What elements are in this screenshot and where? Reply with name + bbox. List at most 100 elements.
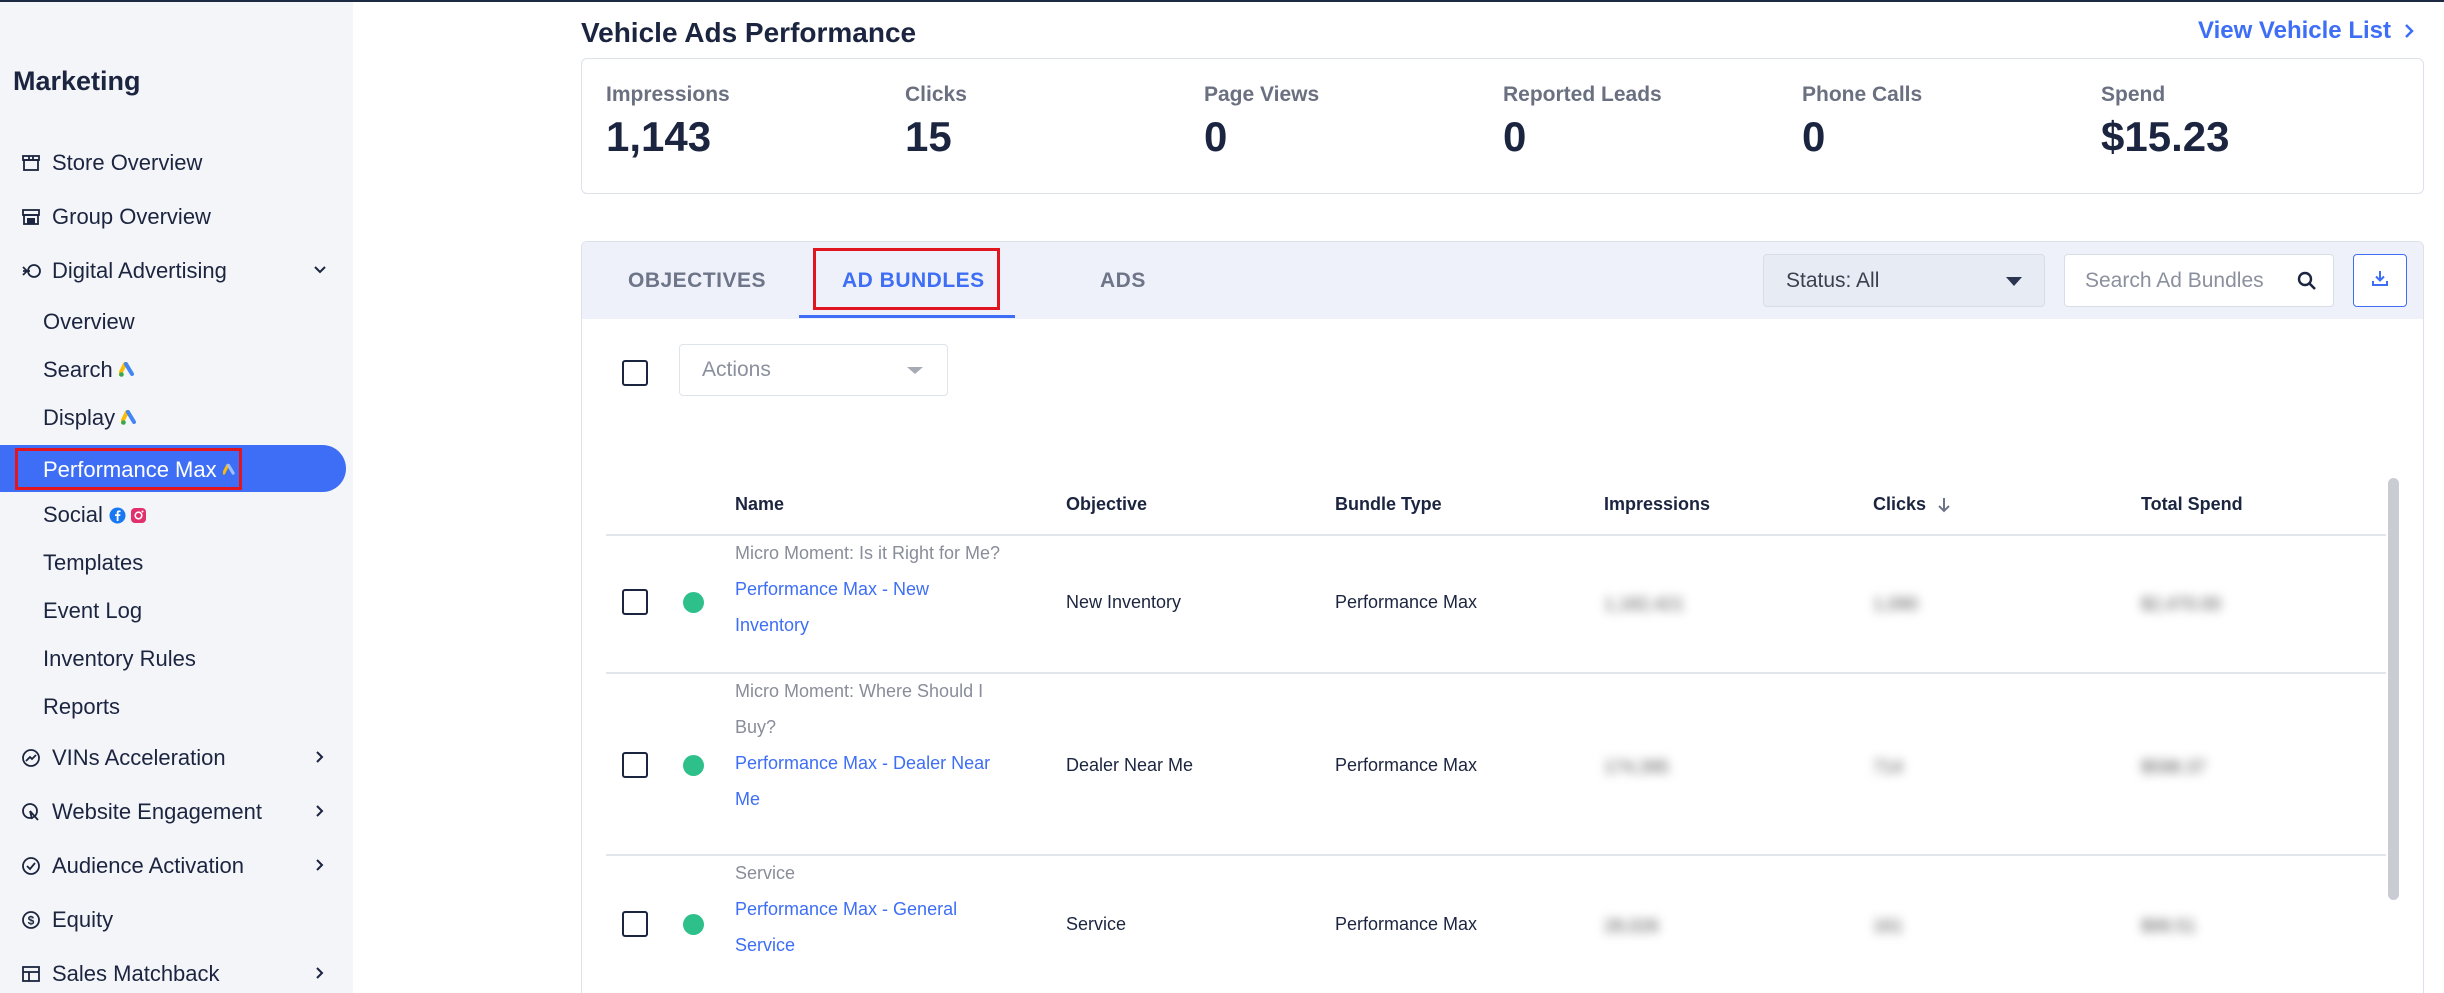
- vins-icon: [20, 747, 42, 769]
- tab-ads[interactable]: ADS: [1100, 269, 1146, 293]
- bundle-name-link[interactable]: Performance Max - General Service: [735, 891, 1035, 963]
- sidebar-subitem-label: Reports: [43, 694, 121, 719]
- column-header-clicks[interactable]: Clicks: [1873, 494, 1952, 515]
- chevron-right-icon[interactable]: [309, 746, 331, 768]
- row-checkbox[interactable]: [622, 589, 648, 615]
- stat-value: 0: [1802, 113, 1826, 160]
- highlight-box: [813, 248, 1000, 310]
- sidebar-subitem-social[interactable]: Social: [0, 493, 353, 537]
- sidebar-item-audience-activation[interactable]: Audience Activation: [0, 844, 353, 888]
- sidebar-item-label: VINs Acceleration: [52, 745, 226, 770]
- google-ads-icon: [121, 410, 139, 426]
- facebook-icon: [109, 507, 126, 524]
- search-box: [2064, 254, 2334, 307]
- column-header-objective[interactable]: Objective: [1066, 494, 1147, 515]
- spend-cell-blurred: $99.51: [2141, 916, 2197, 936]
- sidebar-subitem-label: Search: [43, 357, 113, 382]
- bundle-subtitle: Buy?: [735, 717, 777, 737]
- sidebar-item-digital-advertising[interactable]: Digital Advertising: [0, 249, 353, 293]
- sidebar-subitem-label: Display: [43, 405, 116, 430]
- bundle-name-link[interactable]: Performance Max - New Inventory: [735, 571, 1035, 643]
- stats-card: Impressions 1,143 Clicks 15 Page Views 0…: [581, 58, 2424, 194]
- sidebar-item-label: Group Overview: [52, 204, 211, 229]
- sidebar-subitem-label: Inventory Rules: [43, 646, 196, 671]
- clicks-cell-blurred: 161: [1873, 916, 1904, 936]
- caret-down-icon: [2006, 277, 2022, 286]
- column-header-bundle-type[interactable]: Bundle Type: [1335, 494, 1442, 515]
- caret-down-icon: [907, 367, 923, 374]
- bundle-name-line: Performance Max - Dealer Near: [735, 753, 991, 773]
- bundle-type-cell: Performance Max: [1335, 592, 1478, 612]
- stat-label: Clicks: [905, 83, 967, 106]
- chevron-right-icon[interactable]: [309, 854, 331, 876]
- sidebar-subitem-templates[interactable]: Templates: [0, 541, 353, 585]
- tab-objectives[interactable]: OBJECTIVES: [628, 269, 766, 293]
- column-header-name[interactable]: Name: [735, 494, 784, 515]
- sidebar-subitem-overview[interactable]: Overview: [0, 300, 353, 344]
- sidebar-subitem-search[interactable]: Search: [0, 348, 353, 392]
- sort-descending-icon: [1936, 496, 1952, 514]
- sidebar-subitem-inventory-rules[interactable]: Inventory Rules: [0, 637, 353, 681]
- clicks-cell-blurred: 714: [1873, 757, 1904, 777]
- chevron-down-icon[interactable]: [309, 259, 331, 281]
- impressions-cell-blurred: 174,395: [1604, 757, 1670, 777]
- sidebar-item-equity[interactable]: $ Equity: [0, 898, 353, 942]
- stat-impressions: Impressions 1,143: [606, 83, 730, 161]
- chevron-right-icon[interactable]: [309, 800, 331, 822]
- view-vehicle-list-link[interactable]: View Vehicle List: [2198, 17, 2417, 45]
- column-header-total-spend[interactable]: Total Spend: [2141, 494, 2243, 515]
- sidebar-item-group-overview[interactable]: Group Overview: [0, 195, 353, 239]
- stat-value: 0: [1204, 113, 1228, 160]
- stat-value: 15: [905, 113, 952, 160]
- objective-cell: New Inventory: [1066, 592, 1182, 612]
- impressions-cell-blurred: 1,182,421: [1604, 594, 1685, 614]
- store-icon: [20, 152, 42, 174]
- sidebar-item-sales-matchback[interactable]: Sales Matchback: [0, 952, 353, 993]
- table-scrollbar[interactable]: [2388, 478, 2399, 900]
- stat-label: Reported Leads: [1503, 83, 1662, 106]
- objective-cell: Service: [1066, 914, 1127, 934]
- stat-value: 1,143: [606, 113, 712, 160]
- search-icon[interactable]: [2295, 269, 2319, 293]
- stat-label: Page Views: [1204, 83, 1320, 106]
- bundle-name-cell: Micro Moment: Where Should I Buy? Perfor…: [735, 673, 1035, 817]
- search-input[interactable]: [2085, 267, 2295, 295]
- sidebar-subitem-label: Overview: [43, 309, 135, 334]
- sidebar-item-website-engagement[interactable]: Website Engagement: [0, 790, 353, 834]
- download-button[interactable]: [2353, 254, 2407, 307]
- digital-ads-icon: [20, 260, 42, 282]
- actions-dropdown[interactable]: Actions: [679, 344, 948, 396]
- bundle-name-cell: Service Performance Max - General Servic…: [735, 855, 1035, 963]
- stat-reported-leads: Reported Leads 0: [1503, 83, 1662, 161]
- sidebar-subitem-label: Templates: [43, 550, 144, 575]
- sidebar-item-label: Website Engagement: [52, 799, 262, 824]
- column-header-label: Clicks: [1873, 494, 1927, 514]
- sidebar-item-label: Sales Matchback: [52, 961, 220, 986]
- status-filter-label: Status: All: [1786, 268, 1880, 292]
- engagement-icon: [20, 801, 42, 823]
- sidebar-subitem-reports[interactable]: Reports: [0, 685, 353, 729]
- row-checkbox[interactable]: [622, 911, 648, 937]
- select-all-checkbox[interactable]: [622, 360, 648, 386]
- bundle-name-line: Performance Max - New: [735, 579, 930, 599]
- column-header-impressions[interactable]: Impressions: [1604, 494, 1710, 515]
- row-checkbox[interactable]: [622, 752, 648, 778]
- sidebar: Marketing Store Overview Group Overview …: [0, 2, 353, 993]
- stat-clicks: Clicks 15: [905, 83, 967, 161]
- stat-spend: Spend $15.23: [2101, 83, 2229, 161]
- stat-label: Phone Calls: [1802, 83, 1923, 106]
- status-dot: [683, 592, 704, 613]
- sidebar-subitem-event-log[interactable]: Event Log: [0, 589, 353, 633]
- svg-text:$: $: [28, 914, 35, 928]
- status-filter-select[interactable]: Status: All: [1763, 254, 2045, 307]
- sidebar-item-store-overview[interactable]: Store Overview: [0, 141, 353, 185]
- spend-cell-blurred: $598.37: [2141, 757, 2207, 777]
- sidebar-item-vins-acceleration[interactable]: VINs Acceleration: [0, 736, 353, 780]
- sidebar-subitem-label: Social: [43, 502, 103, 527]
- instagram-icon: [130, 507, 147, 524]
- sidebar-item-label: Equity: [52, 907, 114, 932]
- chevron-right-icon[interactable]: [309, 962, 331, 984]
- bundle-name-link[interactable]: Performance Max - Dealer Near Me: [735, 745, 1035, 817]
- sidebar-subitem-display[interactable]: Display: [0, 396, 353, 440]
- impressions-cell-blurred: 28,026: [1604, 916, 1660, 936]
